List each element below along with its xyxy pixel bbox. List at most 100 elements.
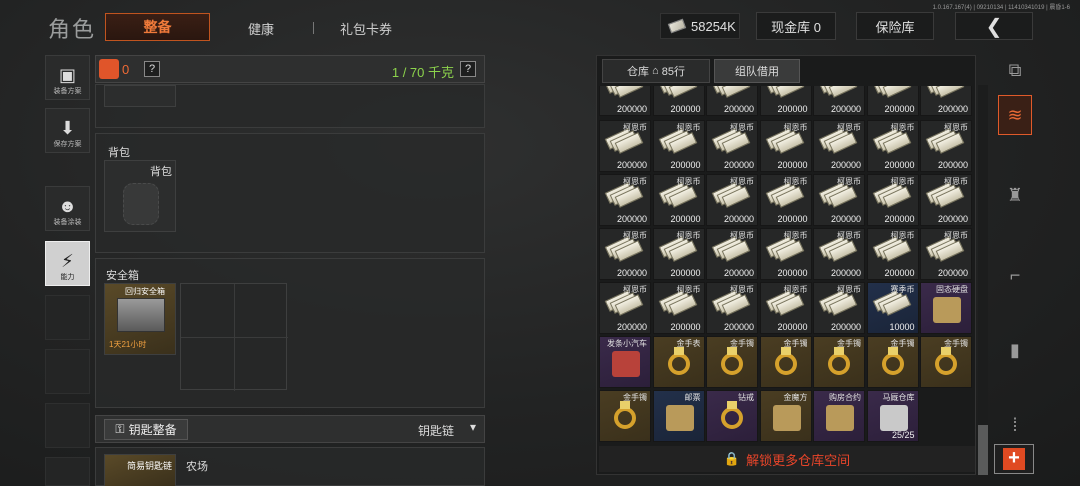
item-name: 金手镯 xyxy=(944,339,968,348)
nav-label: 保存方案 xyxy=(53,141,82,148)
warehouse-item[interactable]: 柯恩币 200000 xyxy=(866,228,919,280)
warehouse-item[interactable]: 金手镯 xyxy=(920,336,972,388)
key-gear-button[interactable]: ⚿ 钥匙整备 xyxy=(104,419,188,440)
safe-box-item[interactable]: 回归安全箱 1天21小时 xyxy=(104,283,176,355)
safe-box-section-label: 安全箱 xyxy=(106,270,139,282)
item-name: 金手镯 xyxy=(730,339,754,348)
warehouse-item[interactable]: 金手镯 xyxy=(813,336,865,388)
category-armor-icon[interactable]: ♜ xyxy=(998,175,1032,215)
warehouse-item[interactable]: 柯恩币 200000 xyxy=(920,174,972,226)
category-all-icon[interactable]: ⧉ xyxy=(998,50,1032,90)
ring-icon xyxy=(667,353,690,375)
category-rifle-icon[interactable]: ⌐ xyxy=(998,255,1032,295)
warehouse-item[interactable]: 柯恩币 200000 xyxy=(599,174,651,226)
warehouse-item[interactable]: 马厩仓库 25/25 xyxy=(866,390,919,442)
warehouse-item[interactable]: 柯恩币 200000 xyxy=(866,174,919,226)
warehouse-item[interactable]: 金手镯 xyxy=(759,336,812,388)
tab-health[interactable]: 健康 xyxy=(248,19,274,38)
warehouse-item[interactable]: 柯恩币 200000 xyxy=(759,174,812,226)
warehouse-item[interactable]: 钻戒 xyxy=(706,390,758,442)
cash-stack-icon xyxy=(818,86,858,99)
warehouse-item[interactable]: 柯恩币 200000 xyxy=(813,228,865,280)
warehouse-item[interactable]: 200000 xyxy=(866,86,919,116)
box-icon xyxy=(665,405,694,431)
warehouse-item[interactable]: 固态硬盘 xyxy=(920,282,972,334)
safe-box-grid xyxy=(180,283,288,391)
category-magazine-icon[interactable]: ▮ xyxy=(998,330,1032,370)
warehouse-item[interactable]: 邮票 xyxy=(652,390,705,442)
nav-abilities[interactable]: ⚡ 能力 xyxy=(45,241,90,286)
item-name: 柯恩币 xyxy=(730,177,754,186)
nav-save-plan[interactable]: ⬇ 保存方案 xyxy=(45,108,90,153)
cash-stack-icon xyxy=(604,290,644,317)
cash-stack-icon xyxy=(925,236,965,263)
warehouse-item[interactable]: 柯恩币 200000 xyxy=(652,282,705,334)
warehouse-item[interactable]: 购房合约 xyxy=(813,390,865,442)
nav-gear-plan[interactable]: ▣ 装备方案 xyxy=(45,55,90,100)
warehouse-item[interactable]: 柯恩币 200000 xyxy=(920,228,972,280)
unlock-more-button[interactable]: 🔒 解锁更多仓库空间 xyxy=(599,446,975,472)
back-button[interactable]: ❮ xyxy=(955,12,1033,40)
insurance-button[interactable]: 保险库 xyxy=(856,12,934,40)
add-category-button[interactable]: + xyxy=(994,444,1034,474)
warehouse-item[interactable]: 柯恩币 200000 xyxy=(599,282,651,334)
warehouse-item[interactable]: 柯恩币 200000 xyxy=(759,228,812,280)
cash-vault-button[interactable]: 现金库 0 xyxy=(756,12,836,40)
tab-gear[interactable]: 整备 xyxy=(105,13,210,41)
warehouse-item[interactable]: 柯恩币 200000 xyxy=(920,120,972,172)
home-icon: ⌂ xyxy=(652,65,659,77)
warehouse-item[interactable]: 200000 xyxy=(813,86,865,116)
warehouse-item[interactable]: 柯恩币 200000 xyxy=(599,120,651,172)
warehouse-item[interactable]: 柯恩币 200000 xyxy=(813,174,865,226)
warehouse-scrollbar[interactable] xyxy=(978,85,988,475)
warehouse-item[interactable]: 200000 xyxy=(920,86,972,116)
key-chain-label[interactable]: 钥匙链 xyxy=(418,422,454,439)
warehouse-item[interactable]: 200000 xyxy=(759,86,812,116)
scrollbar-thumb[interactable] xyxy=(978,425,988,475)
warehouse-item[interactable]: 200000 xyxy=(706,86,758,116)
warehouse-panel: 仓库 ⌂ 85行 组队借用 200000 200000 200000 200000 20… xyxy=(596,55,976,475)
warehouse-item[interactable]: 柯恩币 200000 xyxy=(759,282,812,334)
item-name: 柯恩币 xyxy=(623,285,647,294)
warehouse-item[interactable]: 柯恩币 200000 xyxy=(813,120,865,172)
warehouse-item[interactable]: 柯恩币 200000 xyxy=(706,282,758,334)
chevron-down-icon[interactable]: ▾ xyxy=(470,420,476,434)
item-count: 200000 xyxy=(937,268,968,278)
warehouse-item[interactable]: 柯恩币 200000 xyxy=(599,228,651,280)
tab-team-borrow[interactable]: 组队借用 xyxy=(714,59,800,83)
item-count: 200000 xyxy=(830,104,861,114)
nav-gear-skin[interactable]: ☻ 装备涂装 xyxy=(45,186,90,231)
tab-gift-cards[interactable]: 礼包卡券 xyxy=(340,19,392,38)
warehouse-item[interactable]: 金魔方 xyxy=(759,390,812,442)
warehouse-item[interactable]: 赛季币 10000 xyxy=(866,282,919,334)
warehouse-item[interactable]: 柯恩币 200000 xyxy=(759,120,812,172)
category-ammo-icon[interactable]: ⁞ xyxy=(998,405,1032,445)
warehouse-item[interactable]: 柯恩币 200000 xyxy=(706,174,758,226)
warehouse-item[interactable]: 金手镯 xyxy=(599,390,651,442)
warehouse-item[interactable]: 柯恩币 200000 xyxy=(813,282,865,334)
item-name: 金魔方 xyxy=(783,393,808,402)
warehouse-item[interactable]: 200000 xyxy=(599,86,651,116)
cash-stack-icon xyxy=(711,86,751,99)
warehouse-item[interactable]: 柯恩币 200000 xyxy=(652,174,705,226)
armor-section xyxy=(95,84,485,128)
tab-warehouse[interactable]: 仓库 ⌂ 85行 xyxy=(602,59,710,83)
item-count: 200000 xyxy=(777,214,808,224)
armor-slot[interactable] xyxy=(104,85,176,107)
help-button[interactable]: ? xyxy=(144,61,160,77)
warehouse-item[interactable]: 柯恩币 200000 xyxy=(706,120,758,172)
warehouse-item[interactable]: 柯恩币 200000 xyxy=(652,228,705,280)
warehouse-item[interactable]: 柯恩币 200000 xyxy=(866,120,919,172)
warehouse-item[interactable]: 发条小汽车 xyxy=(599,336,651,388)
backpack-slot[interactable]: 背包 xyxy=(104,160,176,232)
item-name: 柯恩币 xyxy=(676,177,701,186)
warehouse-item[interactable]: 金手表 xyxy=(652,336,705,388)
warehouse-item[interactable]: 柯恩币 200000 xyxy=(706,228,758,280)
category-stack-icon[interactable]: ≋ xyxy=(998,95,1032,135)
key-chain-slot[interactable]: 简易钥匙链 xyxy=(104,454,176,486)
warehouse-item[interactable]: 金手镯 xyxy=(706,336,758,388)
warehouse-item[interactable]: 金手镯 xyxy=(866,336,919,388)
warehouse-item[interactable]: 柯恩币 200000 xyxy=(652,120,705,172)
weight-help-button[interactable]: ? xyxy=(460,61,476,77)
warehouse-item[interactable]: 200000 xyxy=(652,86,705,116)
